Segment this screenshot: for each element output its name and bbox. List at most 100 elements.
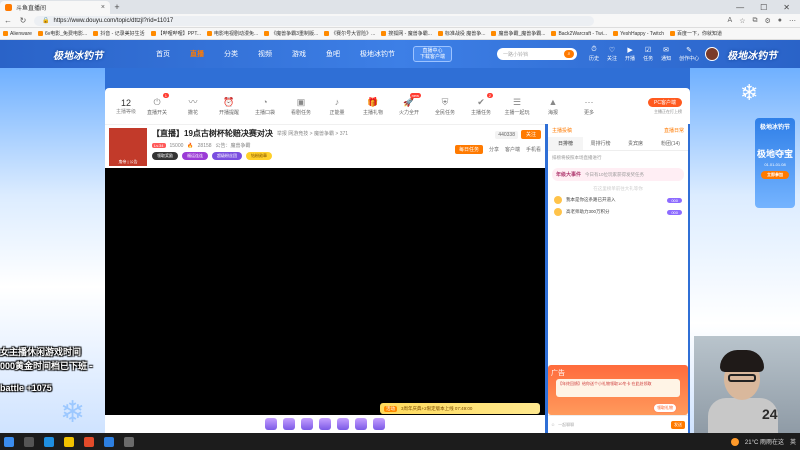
gift-icon[interactable] xyxy=(337,418,349,430)
toolbar-tool[interactable]: ▣ 看剧任务 xyxy=(283,97,319,116)
toolbar-tool[interactable]: ▲ 海报 xyxy=(535,97,571,116)
fortune-tag[interactable]: 福运连连 xyxy=(182,152,208,160)
reward-tag[interactable]: 领取奖励 xyxy=(152,152,178,160)
promo-join-button[interactable]: 立即参加 xyxy=(761,171,789,179)
app-icon[interactable] xyxy=(104,436,114,447)
toolbar-tool[interactable]: 🎁 主播礼物 xyxy=(355,97,391,116)
nav-item[interactable]: 视频 xyxy=(258,49,272,59)
anchor-level[interactable]: 12 主播等级 xyxy=(113,98,139,115)
star-icon[interactable]: ☆ xyxy=(739,17,745,25)
promo-banner[interactable]: 极地冰钓节 极地夺宝 01.01-01.08 立即参加 xyxy=(755,118,795,208)
toolbar-tool[interactable]: ☰ 主播一起玩 xyxy=(499,97,535,116)
nav-item[interactable]: 鱼吧 xyxy=(326,49,340,59)
gift-icon[interactable] xyxy=(355,418,367,430)
bookmark-item[interactable]: 魔兽争霸_魔兽争霸... xyxy=(491,30,545,37)
close-window-icon[interactable]: ✕ xyxy=(783,3,790,12)
toolbar-tool[interactable]: ◔ 主播口袋 xyxy=(247,97,283,116)
minimize-icon[interactable]: — xyxy=(736,3,744,12)
read-aloud-icon[interactable]: A xyxy=(728,17,733,25)
toolbar-tool[interactable]: 〰撒花 xyxy=(175,97,211,116)
back-icon[interactable]: ← xyxy=(4,16,12,25)
gift-icon[interactable] xyxy=(301,418,313,430)
search-icon[interactable]: ⌕ xyxy=(564,50,575,58)
video-player[interactable] xyxy=(105,168,545,415)
client-button[interactable]: 客户端 xyxy=(505,146,520,153)
nav-item[interactable]: 极地冰钓节 xyxy=(360,49,395,59)
event-card[interactable]: 年级大事件 今日有10位玩家获得发奖任务 xyxy=(552,168,684,181)
nav-item[interactable]: 直播 xyxy=(190,49,204,59)
start-icon[interactable] xyxy=(4,436,14,447)
rank-tab[interactable]: 贵宾席 xyxy=(618,137,653,150)
close-tab-icon[interactable]: × xyxy=(101,4,105,11)
toolbar-tool[interactable]: ⏻ 直播开关 1 xyxy=(139,92,175,116)
toolbar-tool[interactable]: ♪ 正能量 xyxy=(319,97,355,116)
bookmark-item[interactable]: YeshHappy - Twitch xyxy=(613,31,664,37)
header-icon-button[interactable]: ♡ 关注 xyxy=(607,46,617,62)
profile-icon[interactable]: ● xyxy=(778,17,782,25)
rank-row[interactable]: 我本是你这条路已开道入 000 xyxy=(548,194,688,206)
ime-indicator[interactable]: 英 xyxy=(790,437,796,446)
video-event-banner[interactable]: 活动 3周年庆典+2限定版本上线 07:49:00 xyxy=(380,403,540,414)
mobile-watch-button[interactable]: 手机看 xyxy=(526,146,541,153)
bookmark-item[interactable]: 【哔哩哔哩】PPT... xyxy=(150,30,201,37)
gift-icon[interactable] xyxy=(319,418,331,430)
follow-button[interactable]: 关注 xyxy=(520,130,541,139)
toolbar-tool[interactable]: ✔ 主播任务 2 xyxy=(463,92,499,116)
toolbar-tool[interactable]: 🚀 火力全开 new xyxy=(391,92,427,116)
toolbar-tool[interactable]: ⋯ 更多 xyxy=(571,97,607,116)
search-input[interactable]: 一路小铃铛 ⌕ xyxy=(497,48,578,60)
chrome-icon[interactable] xyxy=(84,436,94,447)
nav-item[interactable]: 分类 xyxy=(224,49,238,59)
edge-icon[interactable] xyxy=(44,436,54,447)
anchor-post-link[interactable]: 主播投稿 xyxy=(552,127,572,134)
bookmark-item[interactable]: 抖音 - 记录美好生活 xyxy=(93,30,145,37)
gift-icon[interactable] xyxy=(265,418,277,430)
ad-banner[interactable]: 广告 【年终回馈】给你送个小礼物领取10冬卡 在此处领取 领取礼物 xyxy=(548,365,688,415)
weather-text[interactable]: 21°C 雨雨在这 xyxy=(745,437,784,446)
bookmark-item[interactable]: 百度一下，你就知道 xyxy=(669,30,722,37)
bookmark-item[interactable]: Alienware xyxy=(3,31,32,37)
collections-icon[interactable]: ⧉ xyxy=(752,17,757,25)
share-button[interactable]: 分享 xyxy=(489,146,499,153)
toolbar-tool[interactable]: ⏰ 开播提醒 xyxy=(211,97,247,116)
anchor-avatar[interactable]: 鬼帝 | 公告 xyxy=(109,128,147,166)
bookmark-item[interactable]: 《魔兽争霸3重制版... xyxy=(264,30,318,37)
diamond-fan-tag[interactable]: 钻粉勋章 xyxy=(246,152,272,160)
bookmark-item[interactable]: Back2Warcraft - Twi... xyxy=(551,31,607,37)
ad-claim-button[interactable]: 领取礼物 xyxy=(653,403,677,413)
room-category[interactable]: 举报 网游竞技 > 魔兽争霸 > 371 xyxy=(277,130,348,137)
nav-item[interactable]: 游戏 xyxy=(292,49,306,59)
toolbar-tool[interactable]: ⛨ 全民任务 xyxy=(427,97,463,116)
header-icon-button[interactable]: ✎ 创作中心 xyxy=(679,46,699,62)
fan-club-tag[interactable]: 超级粉丝团 xyxy=(212,152,242,160)
maximize-icon[interactable]: ☐ xyxy=(760,3,767,12)
new-tab-button[interactable]: + xyxy=(110,2,124,12)
live-center-pill[interactable]: 直播中心 下载客户端 xyxy=(413,46,453,62)
header-icon-button[interactable]: ☑ 任务 xyxy=(643,46,653,62)
user-avatar[interactable] xyxy=(705,47,720,61)
refresh-icon[interactable]: ↻ xyxy=(19,16,27,25)
extensions-icon[interactable]: ⚙ xyxy=(764,17,770,25)
file-explorer-icon[interactable] xyxy=(64,436,74,447)
pc-client-button[interactable]: PC客户端 xyxy=(648,97,682,107)
site-logo[interactable]: 极地冰钓节 xyxy=(28,41,128,67)
bookmark-item[interactable]: 电影电视剧动漫免... xyxy=(207,30,258,37)
bookmark-item[interactable]: 搜狐网 - 魔兽争霸... xyxy=(381,30,432,37)
bookmark-item[interactable]: 标准战役 魔兽争... xyxy=(437,30,485,37)
rank-tab[interactable]: 粉团(14) xyxy=(653,137,688,150)
emoji-icon[interactable]: ☺ xyxy=(551,422,555,427)
daily-task-button[interactable]: 每日任务 xyxy=(454,145,483,154)
rank-tab[interactable]: 周排行榜 xyxy=(583,137,618,150)
search-taskbar-icon[interactable] xyxy=(24,436,34,447)
gift-icon[interactable] xyxy=(373,418,385,430)
gift-icon[interactable] xyxy=(283,418,295,430)
header-icon-button[interactable]: ✉ 通知 xyxy=(661,46,671,62)
browser-tab[interactable]: 斗鱼直播间 × xyxy=(0,1,110,14)
chat-input[interactable]: ☺ 一起聊聊 发送 xyxy=(548,415,688,433)
app-icon[interactable] xyxy=(124,436,134,447)
bookmark-item[interactable]: 《赛尔号大冒险》... xyxy=(324,30,375,37)
header-icon-button[interactable]: ▶ 开播 xyxy=(625,46,635,62)
nav-item[interactable]: 首页 xyxy=(156,49,170,59)
send-button[interactable]: 发送 xyxy=(671,420,685,429)
bookmark-item[interactable]: 6v电影_免费电影... xyxy=(37,30,87,37)
